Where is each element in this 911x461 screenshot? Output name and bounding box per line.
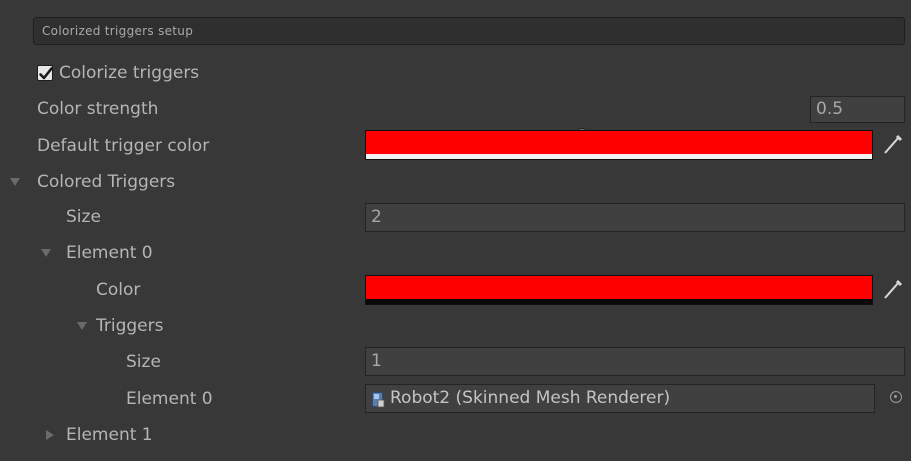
default-trigger-color-label: Default trigger color (37, 136, 210, 156)
eyedropper-icon[interactable] (882, 132, 904, 156)
object-picker-icon[interactable] (890, 391, 902, 403)
colored-triggers-size-label: Size (66, 207, 101, 227)
default-trigger-color-alpha-bar (366, 154, 872, 159)
colored-triggers-size-value: 2 (371, 207, 382, 227)
triggers-size-value: 1 (371, 351, 382, 371)
element0-label[interactable]: Element 0 (66, 243, 153, 263)
triggers-size-field[interactable]: 1 (365, 347, 905, 376)
triggers-foldout-arrow-icon[interactable] (77, 322, 87, 330)
triggers-size-label: Size (126, 352, 161, 372)
colorize-triggers-label: Colorize triggers (59, 63, 200, 83)
triggers-element0-object-field[interactable]: Robot2 (Skinned Mesh Renderer) (365, 384, 875, 413)
element0-color-label: Color (96, 280, 141, 300)
color-strength-value-field[interactable]: 0.5 (810, 96, 905, 123)
triggers-element0-value: Robot2 (Skinned Mesh Renderer) (390, 388, 671, 408)
skinned-mesh-renderer-icon (372, 392, 385, 408)
default-trigger-color-swatch[interactable] (365, 130, 873, 160)
triggers-label[interactable]: Triggers (96, 316, 164, 336)
colored-triggers-foldout-arrow-icon[interactable] (10, 178, 20, 186)
colored-triggers-label[interactable]: Colored Triggers (37, 172, 175, 192)
section-header-title: Colorized triggers setup (42, 24, 194, 38)
element0-color-alpha-bar (366, 299, 872, 304)
element1-label[interactable]: Element 1 (66, 425, 153, 445)
colorize-triggers-checkbox[interactable] (37, 65, 53, 81)
colored-triggers-size-field[interactable]: 2 (365, 203, 905, 232)
color-strength-label: Color strength (37, 99, 159, 119)
element0-color-swatch[interactable] (365, 275, 873, 305)
element1-foldout-arrow-icon[interactable] (46, 430, 54, 440)
checkmark-icon (39, 67, 53, 80)
eyedropper-icon[interactable] (882, 277, 904, 301)
triggers-element0-label: Element 0 (126, 389, 213, 409)
element0-foldout-arrow-icon[interactable] (41, 249, 51, 257)
section-header: Colorized triggers setup (33, 17, 905, 45)
color-strength-value: 0.5 (816, 99, 844, 119)
